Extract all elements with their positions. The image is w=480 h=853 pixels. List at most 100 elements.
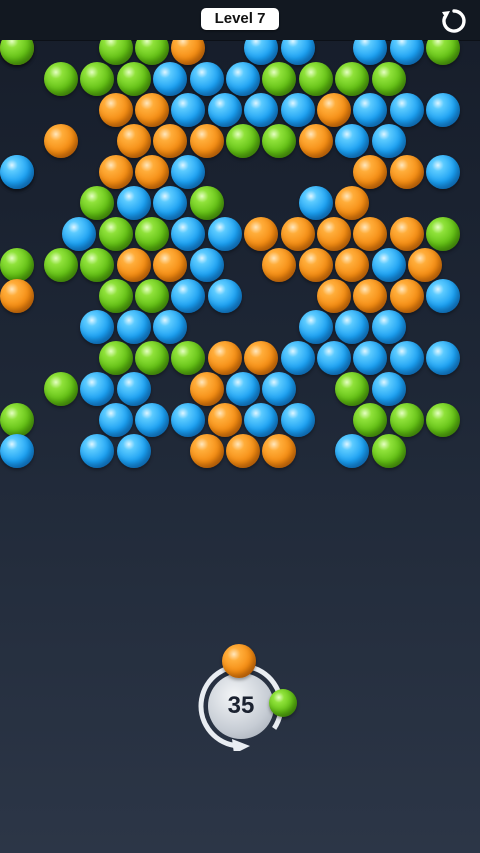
- green-bubble: [371, 62, 406, 96]
- restart-button[interactable]: [439, 6, 469, 36]
- blue-bubble: [80, 434, 115, 468]
- blue-bubble: [371, 124, 406, 158]
- green-bubble: [426, 40, 461, 65]
- orange-bubble: [207, 341, 242, 375]
- green-bubble: [116, 62, 151, 96]
- orange-bubble: [226, 434, 260, 468]
- orange-bubble: [317, 93, 351, 127]
- blue-bubble: [335, 310, 370, 344]
- green-bubble: [189, 186, 224, 220]
- orange-bubble: [298, 124, 333, 158]
- green-bubble: [98, 279, 133, 313]
- blue-bubble: [207, 93, 242, 127]
- bubble-grid: [0, 40, 480, 480]
- green-bubble: [44, 248, 78, 282]
- blue-bubble: [371, 248, 406, 282]
- green-bubble: [262, 124, 297, 158]
- blue-bubble: [153, 186, 188, 220]
- blue-bubble: [353, 341, 388, 375]
- shots-remaining: 35: [227, 692, 255, 719]
- blue-bubble: [171, 93, 206, 127]
- orange-bubble: [389, 217, 424, 251]
- orange-bubble: [244, 217, 279, 251]
- orange-bubble: [189, 434, 224, 468]
- blue-bubble: [280, 40, 315, 65]
- blue-bubble: [244, 93, 279, 127]
- blue-bubble: [280, 93, 315, 127]
- blue-bubble: [171, 217, 206, 251]
- green-bubble: [0, 403, 34, 437]
- orange-bubble: [98, 155, 133, 189]
- blue-bubble: [0, 434, 34, 468]
- orange-bubble: [116, 124, 151, 158]
- green-bubble: [389, 403, 424, 437]
- orange-bubble: [0, 279, 34, 313]
- green-bubble: [44, 372, 78, 406]
- blue-bubble: [353, 40, 388, 65]
- blue-bubble: [389, 93, 424, 127]
- blue-bubble: [171, 155, 206, 189]
- orange-bubble: [171, 40, 206, 65]
- orange-bubble: [207, 403, 242, 437]
- orange-bubble: [317, 279, 351, 313]
- blue-bubble: [80, 310, 115, 344]
- restart-icon: [442, 9, 466, 33]
- orange-bubble: [262, 434, 297, 468]
- next-ball[interactable]: [269, 689, 297, 717]
- blue-bubble: [371, 310, 406, 344]
- orange-bubble: [116, 248, 151, 282]
- blue-bubble: [426, 279, 461, 313]
- green-bubble: [353, 403, 388, 437]
- orange-bubble: [280, 217, 315, 251]
- blue-bubble: [226, 62, 260, 96]
- blue-bubble: [298, 310, 333, 344]
- green-bubble: [371, 434, 406, 468]
- green-bubble: [80, 186, 115, 220]
- orange-bubble: [353, 217, 388, 251]
- orange-bubble: [135, 93, 169, 127]
- green-bubble: [98, 40, 133, 65]
- blue-bubble: [426, 341, 461, 375]
- orange-bubble: [353, 155, 388, 189]
- blue-bubble: [116, 434, 151, 468]
- blue-bubble: [135, 403, 169, 437]
- blue-bubble: [0, 155, 34, 189]
- orange-bubble: [389, 279, 424, 313]
- green-bubble: [135, 40, 169, 65]
- orange-bubble: [262, 248, 297, 282]
- orange-bubble: [44, 124, 78, 158]
- blue-bubble: [371, 372, 406, 406]
- blue-bubble: [426, 155, 461, 189]
- orange-bubble: [335, 186, 370, 220]
- green-bubble: [98, 341, 133, 375]
- orange-bubble: [135, 155, 169, 189]
- green-bubble: [98, 217, 133, 251]
- top-bar: Level 7: [0, 0, 480, 41]
- blue-bubble: [262, 372, 297, 406]
- blue-bubble: [426, 93, 461, 127]
- blue-bubble: [244, 403, 279, 437]
- orange-bubble: [298, 248, 333, 282]
- green-bubble: [0, 40, 34, 65]
- blue-bubble: [298, 186, 333, 220]
- orange-bubble: [408, 248, 442, 282]
- green-bubble: [171, 341, 206, 375]
- green-bubble: [426, 217, 461, 251]
- green-bubble: [44, 62, 78, 96]
- blue-bubble: [389, 40, 424, 65]
- green-bubble: [0, 248, 34, 282]
- green-bubble: [80, 62, 115, 96]
- green-bubble: [226, 124, 260, 158]
- level-label: Level 7: [201, 8, 279, 30]
- blue-bubble: [317, 341, 351, 375]
- orange-bubble: [389, 155, 424, 189]
- orange-bubble: [189, 372, 224, 406]
- orange-bubble: [317, 217, 351, 251]
- blue-bubble: [389, 341, 424, 375]
- blue-bubble: [280, 403, 315, 437]
- blue-bubble: [171, 279, 206, 313]
- blue-bubble: [207, 279, 242, 313]
- green-bubble: [135, 217, 169, 251]
- blue-bubble: [116, 310, 151, 344]
- orange-bubble: [244, 341, 279, 375]
